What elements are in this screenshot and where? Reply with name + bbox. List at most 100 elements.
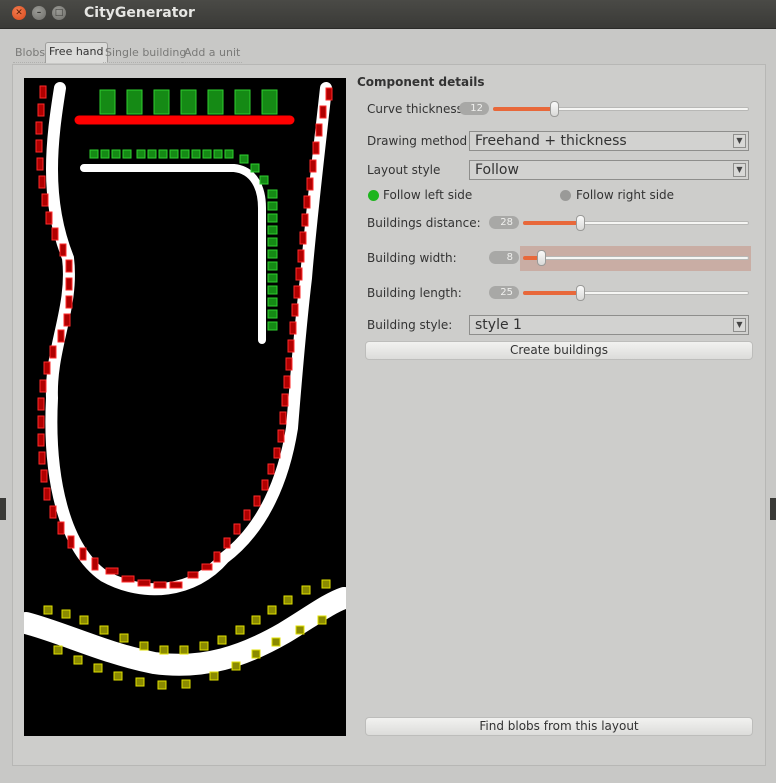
tab-add-a-unit[interactable]: Add a unit — [182, 44, 243, 63]
yellow-building — [181, 679, 191, 689]
yellow-building — [295, 625, 305, 635]
tab-free-hand[interactable]: Free hand — [45, 42, 108, 63]
building-length-value: 25 — [489, 286, 519, 299]
red-building — [39, 85, 47, 99]
minimize-icon[interactable]: – — [32, 6, 46, 20]
red-building — [37, 433, 45, 447]
red-building — [287, 339, 295, 353]
layout-drawing — [15, 82, 355, 690]
red-building — [306, 177, 314, 191]
red-building — [291, 303, 299, 317]
red-building — [67, 535, 75, 549]
building-length-label: Building length: — [367, 286, 462, 300]
red-building — [301, 213, 309, 227]
drawing-method-select[interactable]: Freehand + thickness ▼ — [469, 131, 749, 151]
tab-single-building[interactable]: Single building — [103, 44, 189, 63]
yellow-building — [235, 625, 245, 635]
create-buildings-button[interactable]: Create buildings — [365, 341, 753, 360]
find-blobs-button[interactable]: Find blobs from this layout — [365, 717, 753, 736]
yellow-building — [321, 579, 331, 589]
yellow-building — [267, 605, 277, 615]
yellow-building — [157, 680, 167, 690]
building-width-slider[interactable]: 8 — [489, 250, 749, 266]
red-building — [153, 581, 167, 589]
title-bar[interactable]: ✕ – □ CityGenerator — [0, 0, 776, 29]
drawing-method-label: Drawing method — [367, 134, 468, 148]
yellow-building — [251, 615, 261, 625]
red-building — [38, 451, 46, 465]
yellow-building — [251, 649, 261, 659]
dropdown-arrow-icon[interactable]: ▼ — [733, 163, 746, 177]
curve-thickness-slider[interactable]: 12 — [459, 101, 749, 117]
red-building — [277, 429, 285, 443]
red-building — [223, 537, 231, 549]
green-building — [126, 89, 143, 115]
slider-fill — [523, 221, 580, 225]
red-building — [299, 231, 307, 245]
curve-hook — [80, 164, 266, 344]
red-building — [121, 575, 135, 583]
red-building — [79, 547, 87, 561]
red-building — [35, 139, 43, 153]
red-building — [63, 313, 71, 327]
red-building — [49, 505, 57, 519]
follow-left-label[interactable]: Follow left side — [383, 188, 472, 202]
red-building — [293, 285, 301, 299]
red-building — [319, 105, 327, 119]
green-building — [207, 89, 224, 115]
maximize-icon[interactable]: □ — [52, 6, 66, 20]
slider-thumb[interactable] — [537, 250, 547, 266]
yellow-building — [317, 615, 327, 625]
layout-style-label: Layout style — [367, 163, 441, 177]
buildings-distance-slider[interactable]: 28 — [489, 215, 749, 231]
red-building — [297, 249, 305, 263]
background-window-edge — [0, 498, 6, 520]
close-icon[interactable]: ✕ — [12, 6, 26, 20]
yellow-building — [79, 615, 89, 625]
red-building — [283, 375, 291, 389]
red-building — [309, 159, 317, 173]
red-building — [57, 329, 65, 343]
layout-style-select[interactable]: Follow ▼ — [469, 160, 749, 180]
red-building — [243, 509, 251, 521]
red-building — [37, 103, 45, 117]
green-building — [267, 213, 278, 223]
building-length-slider[interactable]: 25 — [489, 285, 749, 301]
slider-thumb[interactable] — [550, 101, 560, 117]
follow-right-radio[interactable] — [560, 190, 571, 201]
red-building — [37, 415, 45, 429]
follow-left-radio[interactable] — [368, 190, 379, 201]
yellow-building — [43, 605, 53, 615]
red-building — [233, 523, 241, 535]
red-building — [279, 411, 287, 425]
curve-thickness-value: 12 — [459, 102, 489, 115]
yellow-building — [99, 625, 109, 635]
slider-thumb[interactable] — [575, 215, 585, 231]
red-building — [49, 345, 57, 359]
red-building — [325, 87, 333, 101]
green-building — [261, 89, 278, 115]
tab-blobs[interactable]: Blobs — [13, 44, 48, 63]
yellow-building — [61, 609, 71, 619]
slider-thumb[interactable] — [575, 285, 585, 301]
drawing-canvas[interactable] — [15, 78, 355, 736]
green-building — [158, 149, 168, 159]
red-building — [213, 551, 221, 563]
red-building — [45, 211, 53, 225]
building-style-label: Building style: — [367, 318, 453, 332]
red-building — [35, 121, 43, 135]
red-building — [253, 495, 261, 507]
dropdown-arrow-icon[interactable]: ▼ — [733, 134, 746, 148]
building-style-select[interactable]: style 1 ▼ — [469, 315, 749, 335]
green-building — [239, 154, 249, 164]
follow-right-label[interactable]: Follow right side — [576, 188, 674, 202]
red-buildings — [35, 85, 333, 589]
green-building — [267, 249, 278, 259]
window-title: CityGenerator — [84, 5, 195, 21]
yellow-building — [159, 645, 169, 655]
dropdown-arrow-icon[interactable]: ▼ — [733, 318, 746, 332]
red-building — [91, 557, 99, 571]
green-building — [224, 149, 234, 159]
slider-fill — [493, 107, 555, 111]
building-style-value: style 1 — [475, 317, 522, 333]
